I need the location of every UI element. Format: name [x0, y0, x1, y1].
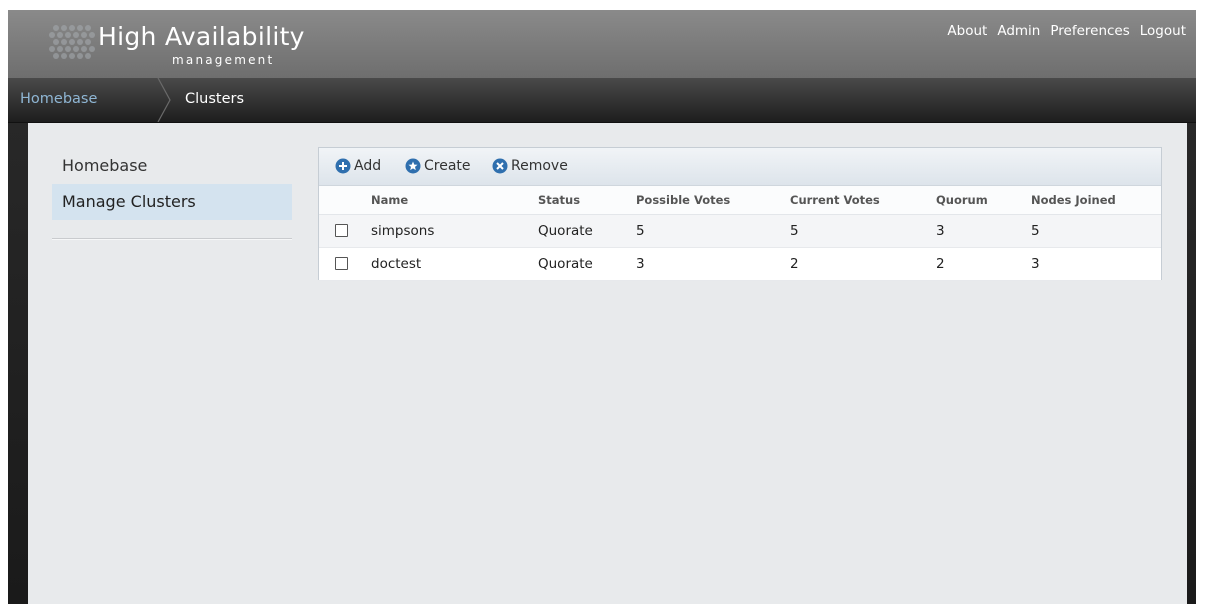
- row-checkbox[interactable]: [335, 257, 348, 270]
- top-navigation: About Admin Preferences Logout: [947, 23, 1186, 39]
- breadcrumb-separator-icon: [157, 78, 171, 122]
- cell-possible-votes: 5: [636, 223, 645, 239]
- logout-link[interactable]: Logout: [1140, 23, 1186, 39]
- column-header-status[interactable]: Status: [538, 193, 580, 207]
- header: High Availability management About Admin…: [8, 10, 1196, 78]
- create-button[interactable]: Create: [405, 158, 471, 174]
- cell-quorum: 2: [936, 256, 945, 272]
- logo-icon: [49, 25, 95, 59]
- add-button[interactable]: Add: [335, 158, 381, 174]
- cell-status: Quorate: [538, 256, 593, 272]
- table-row[interactable]: simpsons Quorate 5 5 3 5: [319, 215, 1161, 248]
- star-circle-icon: [405, 158, 421, 174]
- sidebar: Homebase Manage Clusters: [52, 148, 292, 240]
- cell-status: Quorate: [538, 223, 593, 239]
- app-window: High Availability management About Admin…: [8, 10, 1196, 604]
- app-title: High Availability: [98, 22, 305, 51]
- cell-current-votes: 2: [790, 256, 799, 272]
- column-header-current-votes[interactable]: Current Votes: [790, 193, 880, 207]
- x-circle-icon: [492, 158, 508, 174]
- column-header-possible-votes[interactable]: Possible Votes: [636, 193, 730, 207]
- about-link[interactable]: About: [947, 23, 987, 39]
- breadcrumb-homebase[interactable]: Homebase: [20, 91, 97, 107]
- admin-link[interactable]: Admin: [997, 23, 1040, 39]
- remove-button-label: Remove: [511, 158, 568, 174]
- sidebar-divider: [52, 238, 292, 240]
- main-content: Homebase Manage Clusters Add Create Remo…: [28, 123, 1187, 604]
- add-button-label: Add: [354, 158, 382, 174]
- cell-name[interactable]: doctest: [371, 256, 421, 272]
- cell-quorum: 3: [936, 223, 945, 239]
- cell-current-votes: 5: [790, 223, 799, 239]
- breadcrumb-clusters: Clusters: [185, 91, 245, 107]
- column-header-name[interactable]: Name: [371, 193, 408, 207]
- cell-name[interactable]: simpsons: [371, 223, 434, 239]
- create-button-label: Create: [424, 158, 471, 174]
- sidebar-item-homebase[interactable]: Homebase: [52, 148, 292, 184]
- cell-nodes-joined: 5: [1031, 223, 1040, 239]
- column-header-nodes-joined[interactable]: Nodes Joined: [1031, 193, 1116, 207]
- table-row[interactable]: doctest Quorate 3 2 2 3: [319, 248, 1161, 281]
- remove-button[interactable]: Remove: [492, 158, 568, 174]
- clusters-panel: Add Create Remove Name Status Possible V…: [318, 147, 1162, 281]
- breadcrumb: Homebase Clusters: [8, 78, 1196, 123]
- cell-nodes-joined: 3: [1031, 256, 1040, 272]
- plus-circle-icon: [335, 158, 351, 174]
- sidebar-item-manage-clusters[interactable]: Manage Clusters: [52, 184, 292, 220]
- cell-possible-votes: 3: [636, 256, 645, 272]
- preferences-link[interactable]: Preferences: [1050, 23, 1129, 39]
- table-header: Name Status Possible Votes Current Votes…: [319, 186, 1161, 215]
- row-checkbox[interactable]: [335, 224, 348, 237]
- toolbar: Add Create Remove: [319, 148, 1161, 186]
- column-header-quorum[interactable]: Quorum: [936, 193, 988, 207]
- app-subtitle: management: [172, 53, 275, 67]
